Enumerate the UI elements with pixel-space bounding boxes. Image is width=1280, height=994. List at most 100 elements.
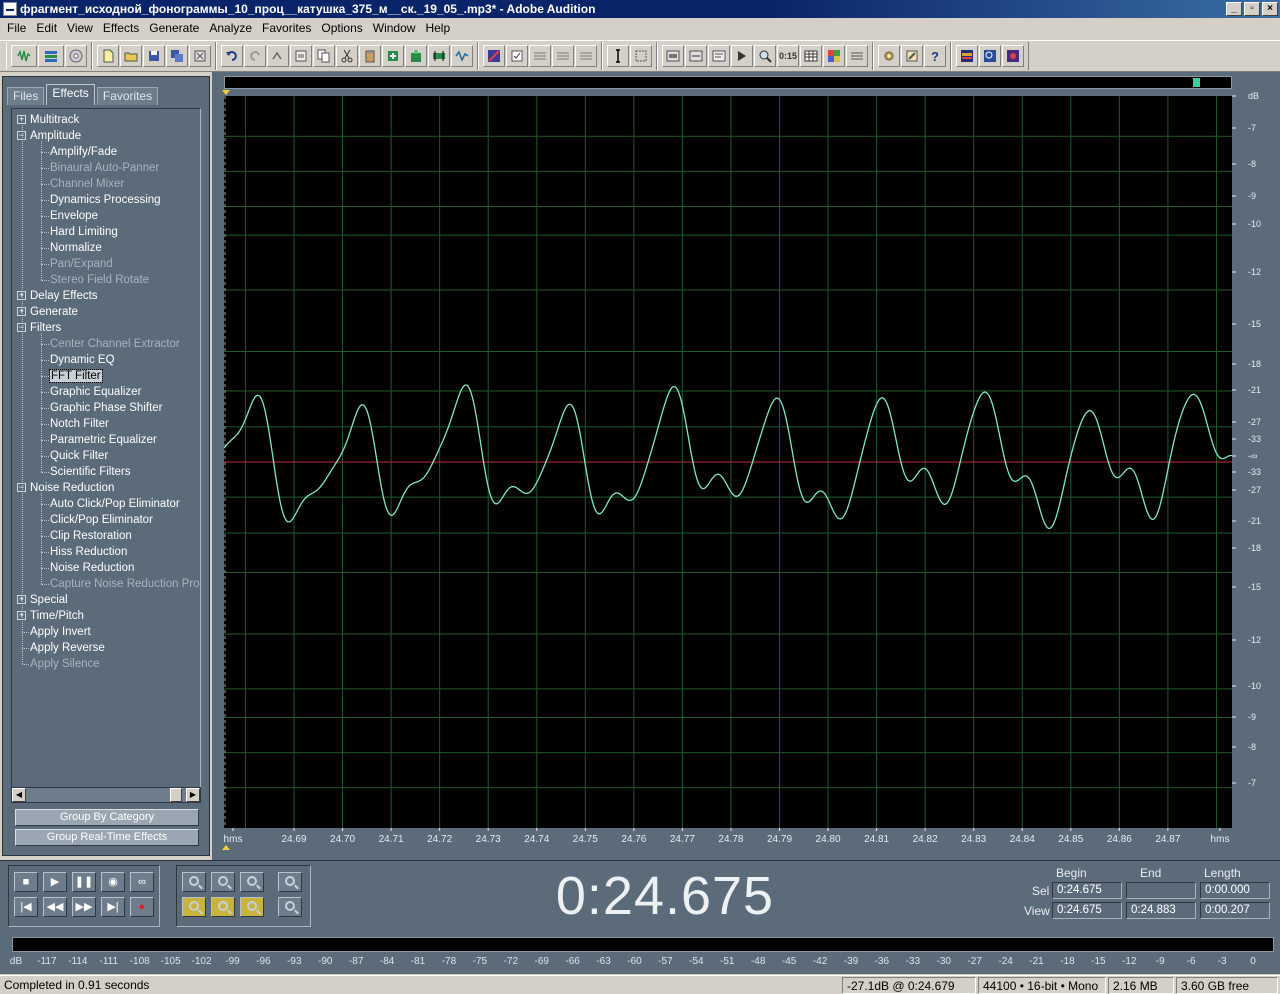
grid-tool3-icon[interactable] xyxy=(575,45,597,67)
help-icon[interactable]: ? xyxy=(924,45,946,67)
marquee-tool-icon[interactable] xyxy=(630,45,652,67)
tree-category[interactable]: Apply Reverse xyxy=(30,640,105,656)
maximize-button[interactable]: ▫ xyxy=(1244,2,1260,16)
zoom-to-right-icon[interactable] xyxy=(211,897,235,917)
cut-icon[interactable] xyxy=(336,45,358,67)
waveform-display[interactable]: dB -7 -8 -9 -10 -12 -15 -18 -21 -27 -33 -∞ -33 -27 -21… xyxy=(212,90,1280,860)
frequency-icon[interactable] xyxy=(846,45,868,67)
tree-effect-item[interactable]: Hiss Reduction xyxy=(50,544,127,560)
menu-window[interactable]: Window xyxy=(368,18,421,38)
tree-effect-item[interactable]: Auto Click/Pop Eliminator xyxy=(50,496,180,512)
menu-options[interactable]: Options xyxy=(316,18,367,38)
table-icon[interactable] xyxy=(800,45,822,67)
tree-category[interactable]: Filters xyxy=(30,320,61,336)
app-icon[interactable] xyxy=(3,2,17,16)
tree-effect-item[interactable]: Center Channel Extractor xyxy=(50,336,180,352)
tree-category[interactable]: Noise Reduction xyxy=(30,480,114,496)
tree-category[interactable]: Generate xyxy=(30,304,78,320)
menu-edit[interactable]: Edit xyxy=(31,18,62,38)
group-realtime-effects-button[interactable]: Group Real-Time Effects xyxy=(15,829,199,846)
view-length-field[interactable]: 0:00.207 xyxy=(1200,902,1270,919)
grid-tool2-icon[interactable] xyxy=(552,45,574,67)
go-to-end-button[interactable]: ▶| xyxy=(101,897,125,917)
snap-icon[interactable] xyxy=(483,45,505,67)
tree-effect-item[interactable]: Graphic Equalizer xyxy=(50,384,141,400)
color-icon[interactable] xyxy=(823,45,845,67)
undo-icon[interactable] xyxy=(221,45,243,67)
edit-view-icon[interactable] xyxy=(11,45,37,67)
tree-effect-item[interactable]: Capture Noise Reduction Prof xyxy=(50,576,200,592)
close-button[interactable]: × xyxy=(1262,2,1278,16)
time-selection-tool-icon[interactable] xyxy=(607,45,629,67)
tree-effect-item[interactable]: Noise Reduction xyxy=(50,560,134,576)
time-display-icon[interactable]: 0:15 xyxy=(777,45,799,67)
zoom-out-full-icon[interactable] xyxy=(240,872,264,892)
tree-effect-item[interactable]: Click/Pop Eliminator xyxy=(50,512,153,528)
copy-to-new-icon[interactable] xyxy=(290,45,312,67)
tab-favorites[interactable]: Favorites xyxy=(96,87,159,105)
fast-forward-button[interactable]: ▶▶ xyxy=(72,897,96,917)
new-file-icon[interactable] xyxy=(97,45,119,67)
close-file-icon[interactable] xyxy=(189,45,211,67)
tree-effect-item[interactable]: Binaural Auto-Panner xyxy=(50,160,159,176)
multitrack-view-icon[interactable] xyxy=(38,45,64,67)
menu-view[interactable]: View xyxy=(62,18,98,38)
menu-analyze[interactable]: Analyze xyxy=(204,18,257,38)
tree-effect-item[interactable]: Parametric Equalizer xyxy=(50,432,157,448)
tree-horizontal-scrollbar[interactable]: ◀ ▶ xyxy=(11,787,201,803)
tree-category[interactable]: Apply Silence xyxy=(30,656,100,672)
redo-icon[interactable] xyxy=(244,45,266,67)
zoom-out-horizontal-icon[interactable] xyxy=(211,872,235,892)
zoom-in-vertical-icon[interactable] xyxy=(278,872,302,892)
waveform-view-icon[interactable] xyxy=(685,45,707,67)
tree-category[interactable]: Delay Effects xyxy=(30,288,98,304)
open-file-icon[interactable] xyxy=(120,45,142,67)
zoom-view-icon[interactable] xyxy=(979,45,1001,67)
tree-effect-item[interactable]: Channel Mixer xyxy=(50,176,124,192)
tree-effect-item[interactable]: FFT Filter xyxy=(49,368,103,384)
menu-generate[interactable]: Generate xyxy=(144,18,204,38)
zoom-to-selection-icon[interactable] xyxy=(240,897,264,917)
stop-button[interactable]: ■ xyxy=(14,872,38,892)
scroll-left-icon[interactable]: ◀ xyxy=(12,788,26,802)
rewind-button[interactable]: ◀◀ xyxy=(43,897,67,917)
tree-effect-item[interactable]: Pan/Expand xyxy=(50,256,113,272)
cd-view-icon[interactable] xyxy=(65,45,87,67)
checkbox-tool-icon[interactable] xyxy=(506,45,528,67)
tree-effect-item[interactable]: Stereo Field Rotate xyxy=(50,272,149,288)
grid-tool-icon[interactable] xyxy=(529,45,551,67)
sel-length-field[interactable]: 0:00.000 xyxy=(1200,882,1270,899)
tree-effect-item[interactable]: Dynamics Processing xyxy=(50,192,161,208)
group-by-category-button[interactable]: Group By Category xyxy=(15,809,199,826)
view-begin-field[interactable]: 0:24.675 xyxy=(1052,902,1122,919)
save-all-icon[interactable] xyxy=(166,45,188,67)
tree-effect-item[interactable]: Hard Limiting xyxy=(50,224,118,240)
zoom-to-left-icon[interactable] xyxy=(182,897,206,917)
go-to-start-button[interactable]: |◀ xyxy=(14,897,38,917)
view-end-field[interactable]: 0:24.883 xyxy=(1126,902,1196,919)
tree-category[interactable]: Special xyxy=(30,592,68,608)
overview-bar[interactable] xyxy=(224,76,1232,89)
tree-effect-item[interactable]: Dynamic EQ xyxy=(50,352,115,368)
menu-favorites[interactable]: Favorites xyxy=(257,18,316,38)
menu-file[interactable]: File xyxy=(2,18,31,38)
spectral-display-icon[interactable] xyxy=(956,45,978,67)
tree-effect-item[interactable]: Clip Restoration xyxy=(50,528,132,544)
script-icon[interactable] xyxy=(901,45,923,67)
paste-icon[interactable] xyxy=(359,45,381,67)
menu-effects[interactable]: Effects xyxy=(98,18,144,38)
loop-button[interactable]: ∞ xyxy=(130,872,154,892)
mute-icon[interactable] xyxy=(451,45,473,67)
tab-effects[interactable]: Effects xyxy=(46,84,95,105)
paste-new-icon[interactable] xyxy=(382,45,404,67)
pause-button[interactable]: ❚❚ xyxy=(72,872,96,892)
start-marker-icon[interactable] xyxy=(222,90,230,95)
view-range-marker[interactable] xyxy=(1193,78,1200,87)
mix-paste-icon[interactable] xyxy=(405,45,427,67)
sel-end-field[interactable] xyxy=(1126,882,1196,899)
tree-effect-item[interactable]: Amplify/Fade xyxy=(50,144,117,160)
tree-category[interactable]: Apply Invert xyxy=(30,624,91,640)
play-to-end-button[interactable]: ◉ xyxy=(101,872,125,892)
expand-plus-icon[interactable]: + xyxy=(17,115,26,124)
minimize-button[interactable]: _ xyxy=(1226,2,1242,16)
